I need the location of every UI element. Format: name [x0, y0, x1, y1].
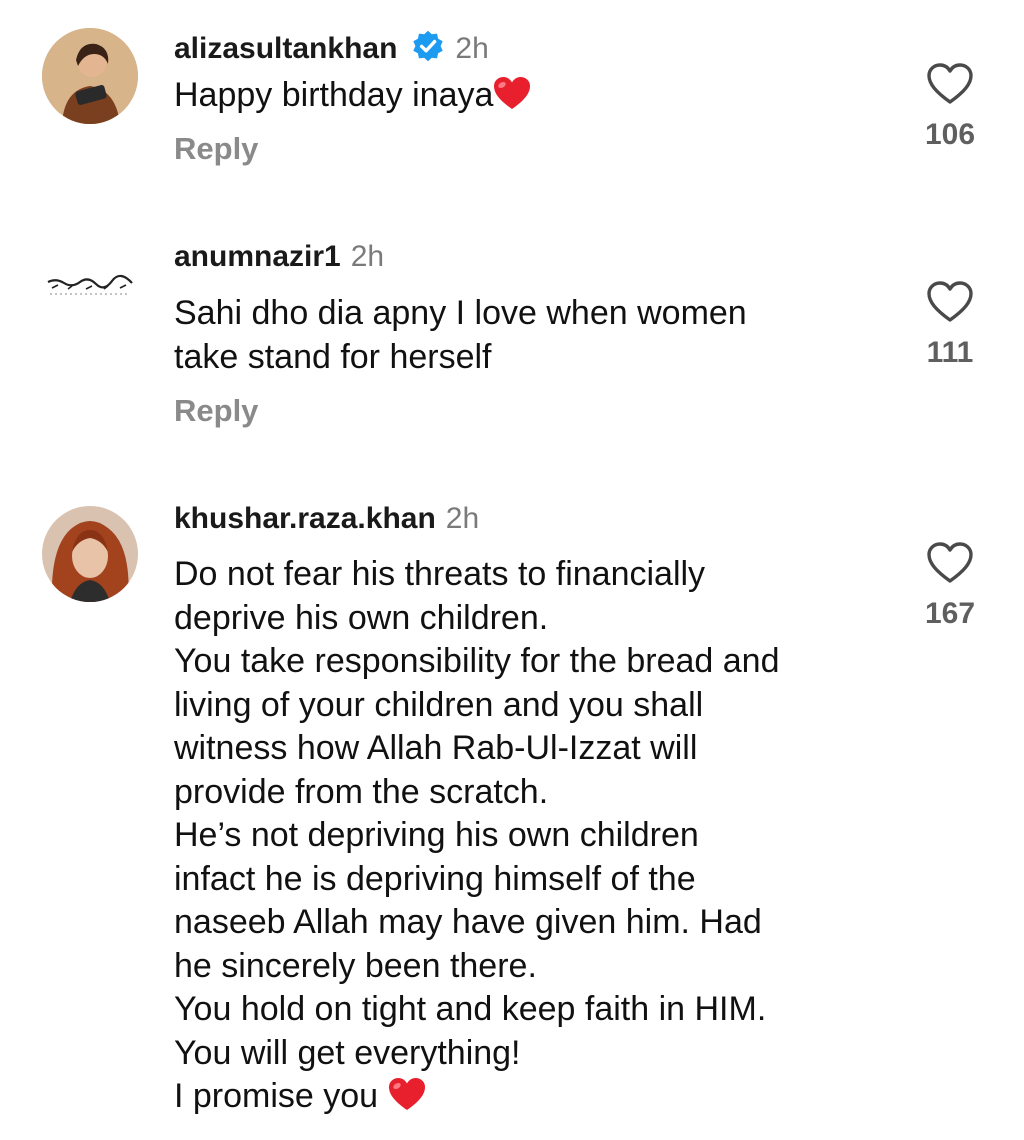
reply-button[interactable]: Reply [174, 393, 258, 429]
comment-text: Happy birthday inaya [174, 74, 894, 118]
comment-line: he sincerely been there. [174, 946, 537, 985]
heart-outline-icon[interactable] [926, 280, 974, 324]
comment-line: provide from the scratch. [174, 772, 549, 811]
comment-timestamp: 2h [455, 32, 489, 65]
avatar[interactable] [42, 506, 138, 602]
comment-text: Do not fear his threats to financially d… [174, 553, 894, 1119]
comment-line: witness how Allah Rab-Ul-Izzat will [174, 729, 698, 767]
username[interactable]: khushar.raza.khan [174, 502, 436, 536]
like-control: 111 [918, 280, 982, 370]
comment-line: You take responsibility for the bread an… [174, 642, 780, 680]
comment-line: Sahi dho dia apny I love when women [174, 294, 747, 332]
comment-line: You hold on tight and keep faith in HIM. [174, 990, 767, 1028]
comment-line: living of your children and you shall [174, 685, 704, 724]
verified-badge-icon [411, 29, 445, 63]
like-count: 106 [924, 118, 976, 151]
avatar[interactable] [42, 242, 138, 338]
comment-line: He’s not depriving his own children [174, 816, 699, 854]
like-count: 111 [926, 336, 974, 369]
comment-line: deprive his own children. [174, 598, 549, 637]
avatar[interactable] [42, 28, 138, 124]
red-heart-emoji [388, 1077, 426, 1111]
comment-line: take stand for herself [174, 337, 492, 376]
username[interactable]: alizasultankhan [174, 32, 397, 66]
comment-line: Happy birthday inaya [174, 76, 494, 114]
comment-line: You will get everything! [174, 1033, 521, 1072]
heart-outline-icon[interactable] [926, 62, 974, 106]
like-count: 167 [924, 597, 976, 630]
comment-line: naseeb Allah may have given him. Had [174, 903, 762, 941]
comment-line: Do not fear his threats to financially [174, 555, 706, 593]
heart-outline-icon[interactable] [926, 541, 974, 585]
comment-line: infact he is depriving himself of the [174, 859, 696, 898]
red-heart-emoji [493, 76, 531, 110]
comment-text: Sahi dho dia apny I love when women take… [174, 292, 894, 379]
reply-button[interactable]: Reply [174, 131, 258, 167]
like-control: 167 [918, 541, 982, 631]
comment-timestamp: 2h [350, 240, 385, 273]
comment-line: I promise you [174, 1077, 388, 1115]
comment-timestamp: 2h [445, 502, 480, 535]
username[interactable]: anumnazir1 [174, 240, 341, 274]
like-control: 106 [918, 62, 982, 152]
